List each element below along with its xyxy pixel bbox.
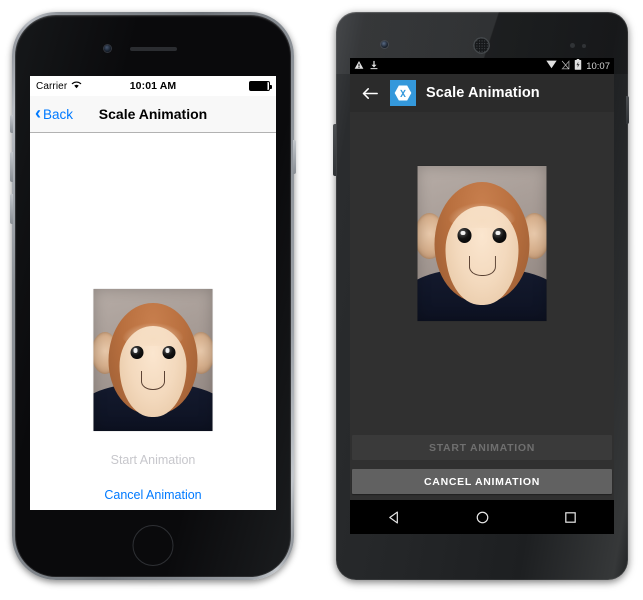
- ios-clock: 10:01 AM: [129, 80, 177, 92]
- proximity-sensor-icon: [570, 43, 575, 48]
- start-animation-button[interactable]: Start Animation: [111, 453, 196, 467]
- volume-rocker-button[interactable]: [333, 124, 336, 176]
- android-app-bar: Scale Animation: [350, 74, 614, 112]
- download-icon: [369, 60, 379, 73]
- cancel-animation-button[interactable]: CANCEL ANIMATION: [352, 469, 612, 494]
- ios-status-left: Carrier: [36, 80, 113, 92]
- iphone-screen: Carrier 10:01 AM ‹ Back Scale Animation …: [30, 76, 276, 510]
- ios-button-group: Start Animation Cancel Animation: [30, 453, 276, 502]
- power-button[interactable]: [293, 140, 296, 174]
- volume-up-button[interactable]: [10, 152, 13, 182]
- screenshot-stage: Carrier 10:01 AM ‹ Back Scale Animation …: [0, 0, 643, 600]
- android-page-title: Scale Animation: [426, 85, 540, 101]
- carrier-label: Carrier: [36, 80, 68, 92]
- xamarin-logo-icon: [390, 80, 416, 106]
- home-button-icon[interactable]: [132, 525, 174, 566]
- android-status-bar: 10:07: [350, 58, 614, 74]
- back-button[interactable]: ‹ Back: [30, 103, 74, 123]
- earpiece-speaker-icon: [130, 47, 177, 51]
- chevron-left-icon: ‹: [35, 103, 41, 123]
- android-nav-bar: [350, 500, 614, 534]
- nav-back-triangle-icon[interactable]: [378, 500, 410, 534]
- ios-nav-bar: ‹ Back Scale Animation: [30, 96, 276, 133]
- monkey-image: [417, 166, 547, 321]
- monkey-image: [93, 289, 213, 431]
- volume-down-button[interactable]: [10, 194, 13, 224]
- android-image-container: [417, 166, 547, 321]
- android-status-right: 10:07: [546, 59, 610, 73]
- earpiece-speaker-icon: [473, 37, 490, 54]
- nav-recents-square-icon[interactable]: [554, 500, 586, 534]
- warning-triangle-icon: [354, 60, 364, 73]
- cancel-animation-button[interactable]: Cancel Animation: [104, 488, 201, 502]
- android-content-area: START ANIMATION CANCEL ANIMATION: [350, 112, 614, 500]
- battery-charging-icon: [574, 59, 582, 73]
- iphone-device: Carrier 10:01 AM ‹ Back Scale Animation …: [10, 12, 296, 588]
- monkey-vignette: [94, 289, 213, 431]
- android-clock: 10:07: [586, 60, 610, 72]
- wifi-icon: [71, 80, 82, 92]
- back-button-label: Back: [43, 106, 74, 122]
- start-animation-button[interactable]: START ANIMATION: [352, 435, 612, 460]
- back-button[interactable]: [358, 82, 380, 104]
- android-device: 10:07 Scale Animation START ANIMATION CA…: [330, 12, 632, 588]
- ios-image-container: [93, 289, 213, 431]
- monkey-vignette: [418, 166, 547, 321]
- battery-full-icon: [248, 81, 272, 91]
- android-button-group: START ANIMATION CANCEL ANIMATION: [350, 435, 614, 494]
- front-camera-icon: [381, 41, 388, 48]
- android-screen: 10:07 Scale Animation START ANIMATION CA…: [350, 58, 614, 534]
- ios-status-bar: Carrier 10:01 AM: [30, 76, 276, 96]
- front-camera-icon: [104, 45, 111, 52]
- light-sensor-icon: [582, 44, 586, 48]
- silence-switch-button[interactable]: [10, 115, 13, 133]
- power-button[interactable]: [626, 96, 629, 124]
- wifi-icon: [546, 60, 557, 72]
- ios-status-right: [193, 81, 272, 91]
- signal-no-sim-icon: [561, 59, 570, 73]
- ios-content-area: Start Animation Cancel Animation: [30, 133, 276, 510]
- android-status-left: [354, 60, 546, 73]
- nav-home-circle-icon[interactable]: [466, 500, 498, 534]
